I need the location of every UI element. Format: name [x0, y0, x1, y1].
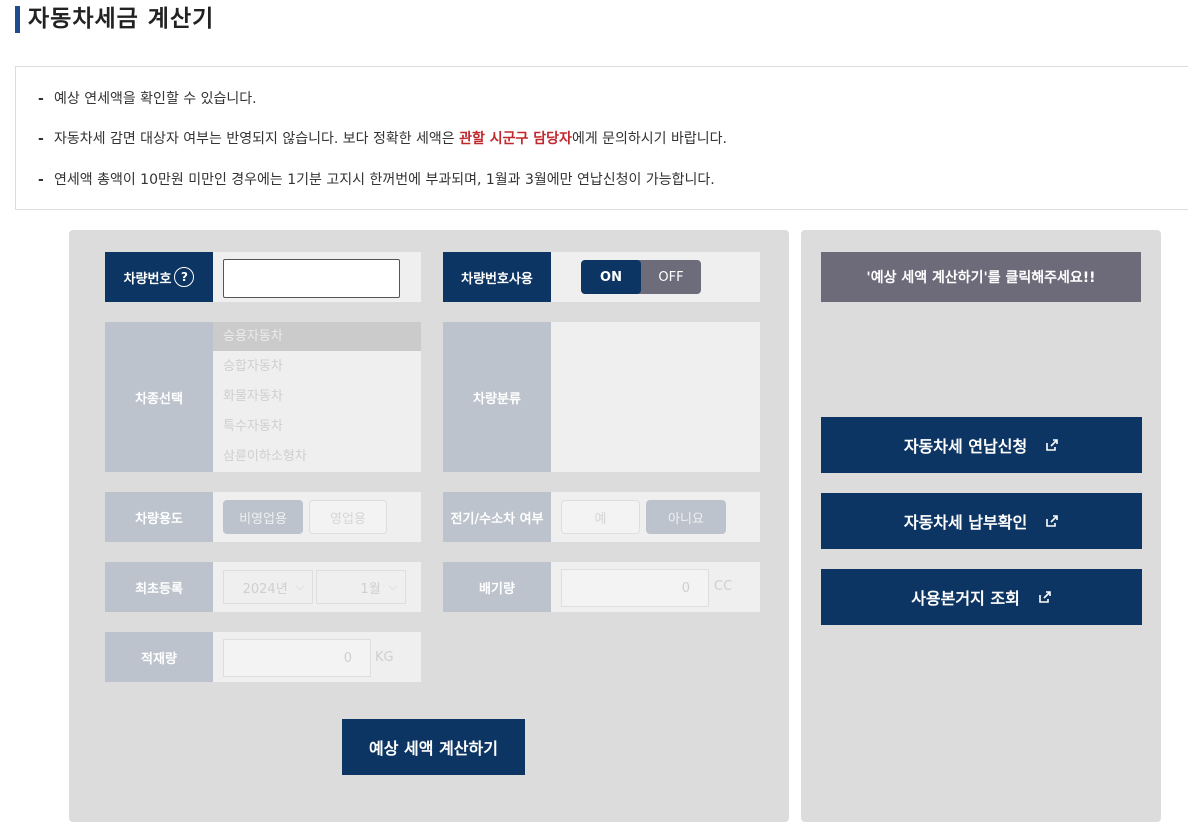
info-text-1: 예상 연세액을 확인할 수 있습니다. [54, 91, 257, 107]
info-text-2-pre: 자동차세 감면 대상자 여부는 반영되지 않습니다. 보다 정확한 세액은 [54, 131, 460, 147]
car-type-option[interactable]: 삼륜이하소형차 [213, 442, 421, 471]
month-value: 1월 [360, 581, 381, 597]
displacement-label: 배기량 [443, 562, 551, 612]
info-line-1: - 예상 연세액을 확인할 수 있습니다. [38, 89, 257, 109]
usage-noncommercial-button[interactable]: 비영업용 [223, 500, 303, 534]
link-label: 자동차세 연납신청 [903, 437, 1028, 456]
link-label: 자동차세 납부확인 [903, 513, 1028, 532]
toggle-on-option[interactable]: ON [581, 260, 641, 294]
info-line-3: - 연세액 총액이 10만원 미만인 경우에는 1기분 고지시 한꺼번에 부과되며… [38, 170, 715, 190]
annual-payment-link-button[interactable]: 자동차세 연납신청 [821, 417, 1142, 473]
info-highlight: 관할 시군구 담당자 [459, 131, 572, 147]
plate-label: 차량번호 ? [105, 252, 213, 302]
car-type-label: 차종선택 [105, 322, 213, 472]
link-label: 사용본거지 조회 [911, 589, 1020, 608]
external-link-icon [1046, 515, 1058, 527]
ev-yes-button[interactable]: 예 [561, 500, 640, 534]
external-link-icon [1046, 439, 1058, 451]
year-value: 2024년 [242, 581, 288, 597]
car-type-option[interactable]: 승합자동차 [213, 352, 421, 381]
calculate-tax-button[interactable]: 예상 세액 계산하기 [342, 719, 525, 775]
external-link-icon [1039, 591, 1051, 603]
displacement-input[interactable]: 0 [561, 569, 709, 607]
registration-year-select[interactable]: 2024년 ⌵ [223, 570, 313, 604]
info-line-2: - 자동차세 감면 대상자 여부는 반영되지 않습니다. 보다 정확한 세액은 관… [38, 129, 727, 149]
registration-label: 최초등록 [105, 562, 213, 612]
load-label: 적재량 [105, 632, 213, 682]
info-text-3: 연세액 총액이 10만원 미만인 경우에는 1기분 고지시 한꺼번에 부과되며,… [54, 172, 715, 188]
plate-label-text: 차량번호 [123, 271, 172, 287]
page-title: 자동차세금 계산기 [28, 6, 215, 32]
load-unit: KG [375, 650, 394, 665]
help-icon[interactable]: ? [174, 267, 195, 287]
car-type-option[interactable]: 승용자동차 [213, 322, 421, 351]
result-message: '예상 세액 계산하기'를 클릭해주세요!! [821, 252, 1141, 302]
car-type-option[interactable]: 특수자동차 [213, 412, 421, 441]
dash-bullet-icon: - [38, 91, 44, 107]
info-text-2-post: 에게 문의하시기 바랍니다. [571, 131, 727, 147]
displacement-unit: CC [714, 579, 733, 594]
ev-no-button[interactable]: 아니요 [646, 500, 726, 534]
car-type-option[interactable]: 화물자동차 [213, 382, 421, 411]
load-input[interactable]: 0 [223, 639, 371, 677]
plate-number-input[interactable] [223, 259, 400, 298]
payment-check-link-button[interactable]: 자동차세 납부확인 [821, 493, 1142, 549]
plate-use-toggle[interactable]: ON OFF [581, 260, 701, 294]
title-accent-bar [15, 6, 20, 33]
chevron-down-icon: ⌵ [388, 580, 397, 593]
dash-bullet-icon: - [38, 172, 44, 188]
usage-label: 차량용도 [105, 492, 213, 542]
chevron-down-icon: ⌵ [295, 580, 304, 593]
ev-label: 전기/수소차 여부 [443, 492, 551, 542]
toggle-off-option[interactable]: OFF [641, 260, 701, 294]
dash-bullet-icon: - [38, 131, 44, 147]
car-class-label: 차량분류 [443, 322, 551, 472]
use-plate-label: 차량번호사용 [443, 252, 551, 302]
usage-commercial-button[interactable]: 영업용 [309, 500, 387, 534]
registration-month-select[interactable]: 1월 ⌵ [316, 570, 406, 604]
home-base-lookup-link-button[interactable]: 사용본거지 조회 [821, 569, 1142, 625]
